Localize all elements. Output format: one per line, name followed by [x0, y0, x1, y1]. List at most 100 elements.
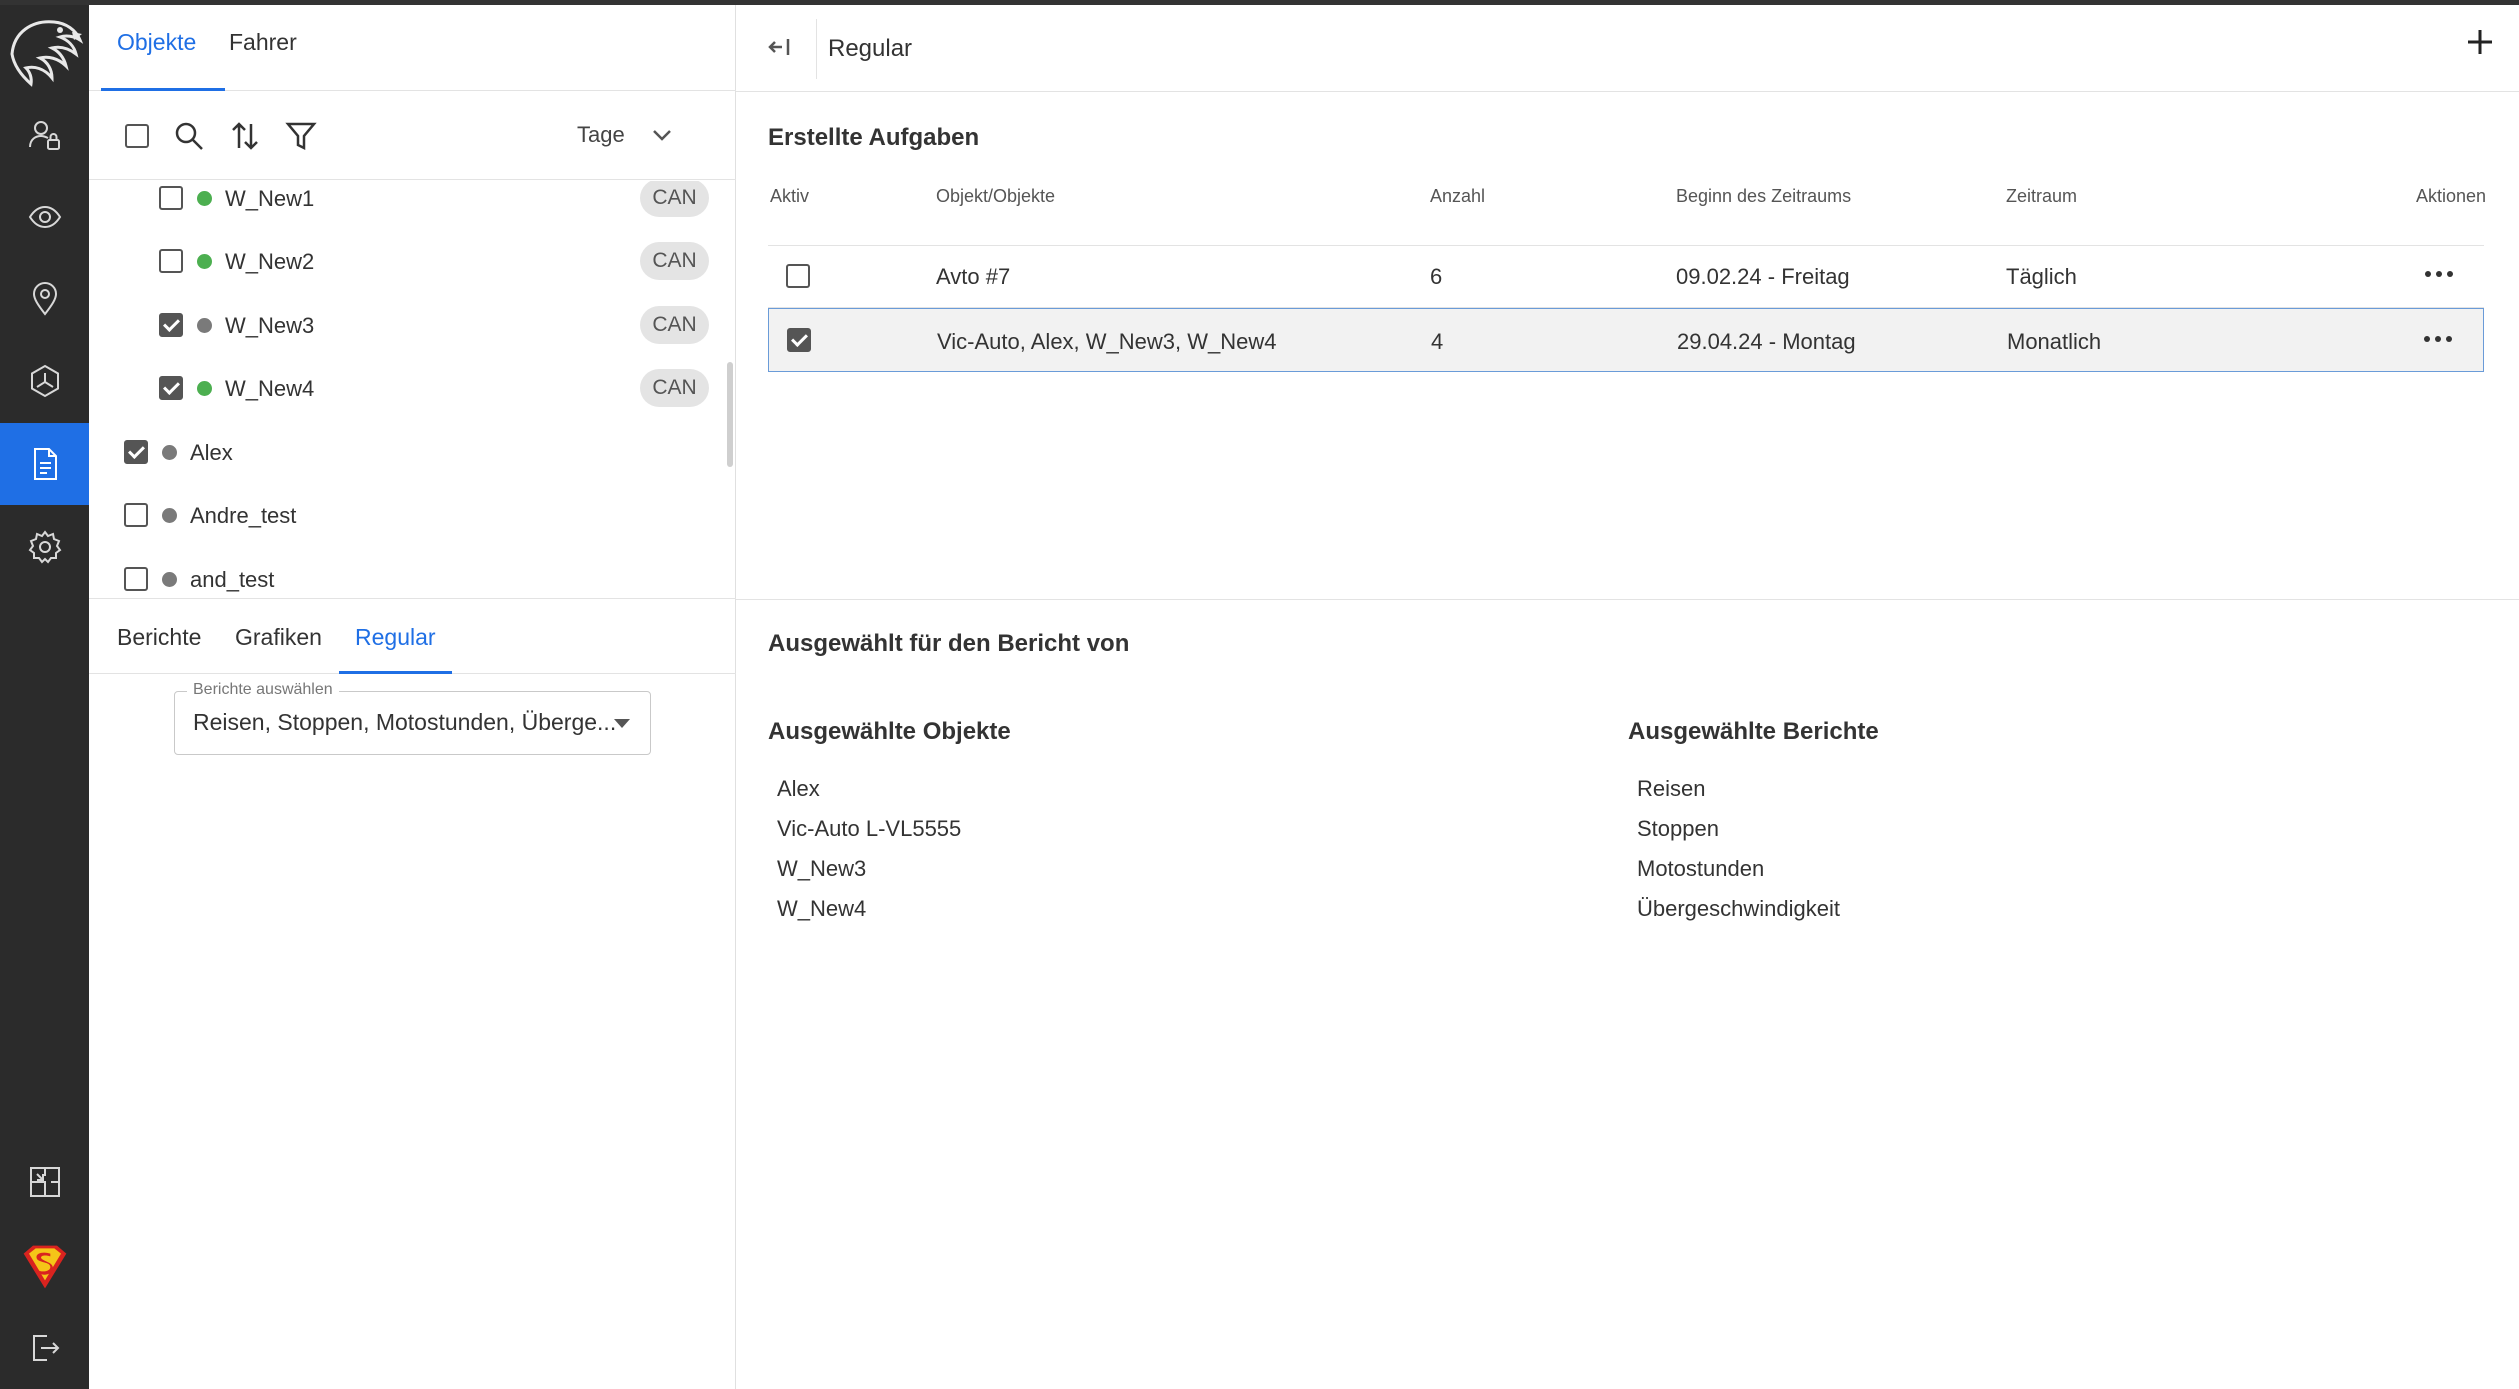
row-objects: Avto #7: [936, 264, 1011, 289]
row-period: Monatlich: [2007, 329, 2102, 354]
rail-reports[interactable]: [0, 423, 89, 505]
eye-icon: [28, 205, 61, 229]
list-item[interactable]: Alex: [89, 422, 719, 482]
objects-toolbar: Tage: [89, 92, 736, 180]
hexagon-icon: [30, 364, 59, 398]
search-icon[interactable]: [173, 120, 205, 152]
tab-active-indicator: [101, 88, 225, 91]
rail-units[interactable]: [0, 340, 89, 422]
tasks-table-header: Aktiv Objekt/Objekte Anzahl Beginn des Z…: [768, 178, 2487, 246]
rail-settings[interactable]: [0, 506, 89, 588]
selected-reports-title: Ausgewählte Berichte: [1628, 718, 1879, 745]
filter-icon[interactable]: [285, 120, 317, 152]
rail-monitoring[interactable]: [0, 176, 89, 258]
status-dot: [162, 508, 177, 523]
tab-objekte[interactable]: Objekte: [117, 29, 196, 56]
col-zeitraum: Zeitraum: [2006, 186, 2078, 206]
row-count: 4: [1431, 329, 1444, 354]
gear-icon: [28, 530, 61, 564]
table-row[interactable]: Avto #7 6 09.02.24 - Freitag Täglich: [768, 244, 2484, 308]
rail-profile[interactable]: [0, 1226, 89, 1308]
list-item[interactable]: W_New4 CAN: [89, 358, 719, 418]
status-dot: [162, 445, 177, 460]
caret-down-icon: [614, 719, 630, 728]
main-header: Regular: [736, 5, 2519, 92]
chevron-down-icon[interactable]: [649, 122, 675, 148]
selected-report: Stoppen: [1637, 816, 1719, 841]
more-actions-icon[interactable]: [2421, 327, 2455, 351]
col-beginn: Beginn des Zeitraums: [1676, 186, 1852, 206]
item-checkbox[interactable]: [124, 567, 148, 591]
top-border: [0, 0, 2519, 5]
list-item[interactable]: W_New3 CAN: [89, 295, 719, 355]
period-label[interactable]: Tage: [577, 122, 625, 148]
superman-avatar-icon: [23, 1245, 66, 1289]
col-anzahl: Anzahl: [1430, 186, 1486, 206]
status-dot: [197, 254, 212, 269]
list-item[interactable]: W_New1 CAN: [89, 181, 719, 228]
list-scrollbar[interactable]: [727, 362, 733, 467]
more-actions-icon[interactable]: [2422, 262, 2456, 286]
add-icon[interactable]: [2463, 25, 2497, 59]
export-icon: [29, 1167, 60, 1197]
tab-berichte[interactable]: Berichte: [117, 624, 201, 651]
selected-reports-list: Reisen Stoppen Motostunden Übergeschwind…: [1637, 769, 1840, 929]
tab-active-indicator: [339, 671, 452, 674]
row-count: 6: [1430, 264, 1443, 289]
row-period: Täglich: [2006, 264, 2077, 289]
sort-icon[interactable]: [229, 120, 261, 152]
item-label: Andre_test: [190, 503, 297, 528]
report-select[interactable]: Berichte auswählen Reisen, Stoppen, Moto…: [174, 681, 651, 755]
list-item[interactable]: and_test: [89, 549, 719, 598]
col-aktionen: Aktionen: [2416, 186, 2487, 206]
row-active-checkbox[interactable]: [787, 328, 811, 352]
item-checkbox[interactable]: [159, 376, 183, 400]
row-start: 09.02.24 - Freitag: [1676, 264, 1850, 289]
select-all-checkbox[interactable]: [125, 124, 149, 148]
item-checkbox[interactable]: [124, 440, 148, 464]
item-label: W_New3: [225, 313, 315, 338]
selected-objects-title: Ausgewählte Objekte: [768, 718, 1011, 745]
table-row[interactable]: Vic-Auto, Alex, W_New3, W_New4 4 29.04.2…: [768, 308, 2484, 372]
item-label: W_New4: [225, 376, 315, 401]
selected-report: Übergeschwindigkeit: [1637, 896, 1840, 921]
document-icon: [33, 448, 57, 480]
row-start: 29.04.24 - Montag: [1677, 329, 1856, 354]
rail-users-lock[interactable]: [0, 94, 89, 176]
item-label: and_test: [190, 567, 275, 592]
can-badge: CAN: [640, 369, 709, 407]
item-checkbox[interactable]: [159, 313, 183, 337]
selected-object: Vic-Auto L-VL5555: [777, 816, 962, 841]
selected-object: Alex: [777, 776, 820, 801]
rail-geozones[interactable]: [0, 258, 89, 340]
status-dot: [197, 318, 212, 333]
report-tabs: Berichte Grafiken Regular: [89, 600, 736, 674]
collapse-panel-icon[interactable]: [766, 33, 794, 61]
item-label: W_New1: [225, 186, 315, 211]
status-dot: [197, 191, 212, 206]
row-objects: Vic-Auto, Alex, W_New3, W_New4: [937, 329, 1277, 354]
objects-panel: Objekte Fahrer Tage W_New1 CAN W_New2 CA…: [89, 0, 736, 1389]
selected-title: Ausgewählt für den Bericht von: [768, 630, 1130, 657]
selected-object: W_New3: [777, 856, 867, 881]
objects-list: W_New1 CAN W_New2 CAN W_New3 CAN W_New4 …: [89, 181, 736, 599]
list-item[interactable]: Andre_test: [89, 485, 719, 545]
list-item[interactable]: W_New2 CAN: [89, 231, 719, 291]
selected-objects-list: Alex Vic-Auto L-VL5555 W_New3 W_New4: [777, 769, 961, 929]
item-checkbox[interactable]: [159, 249, 183, 273]
users-lock-icon: [28, 121, 60, 150]
header-divider: [816, 19, 817, 79]
tab-regular[interactable]: Regular: [355, 624, 436, 651]
tab-fahrer[interactable]: Fahrer: [229, 29, 297, 56]
can-badge: CAN: [640, 242, 709, 280]
col-aktiv: Aktiv: [770, 186, 810, 206]
rail-export[interactable]: [0, 1141, 89, 1223]
icon-rail: [0, 0, 89, 1389]
rail-logout[interactable]: [0, 1307, 89, 1389]
location-pin-icon: [32, 282, 57, 316]
tab-grafiken[interactable]: Grafiken: [235, 624, 322, 651]
selected-report: Reisen: [1637, 776, 1706, 801]
row-active-checkbox[interactable]: [786, 264, 810, 288]
item-checkbox[interactable]: [124, 503, 148, 527]
item-checkbox[interactable]: [159, 186, 183, 210]
